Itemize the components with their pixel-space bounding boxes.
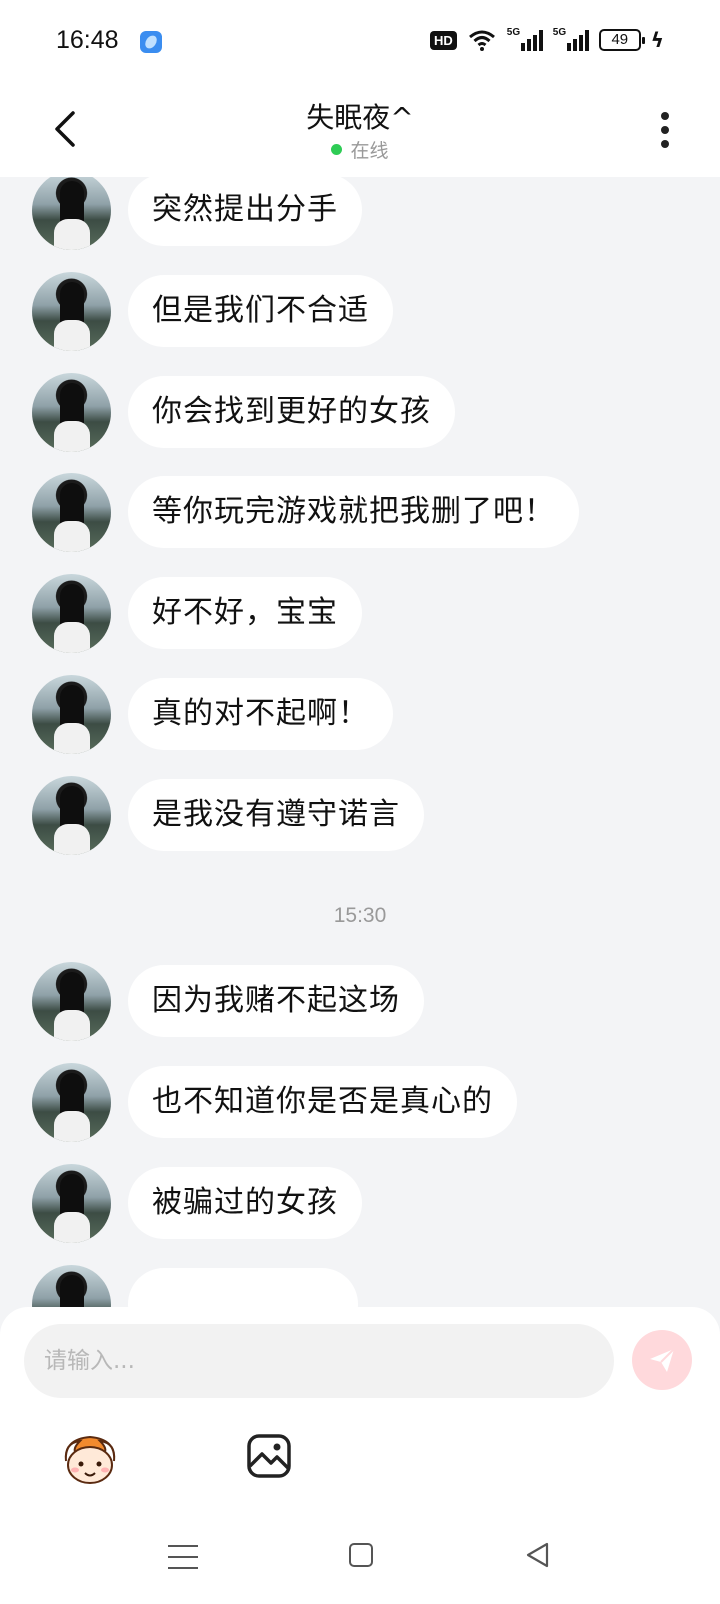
- message-row: 被骗过的女孩: [0, 1162, 720, 1243]
- more-vertical-icon: [661, 112, 669, 120]
- more-options-button[interactable]: [650, 108, 680, 152]
- avatar[interactable]: [32, 962, 111, 1041]
- back-triangle-icon[interactable]: [524, 1541, 552, 1569]
- message-bubble[interactable]: 好不好，宝宝: [128, 577, 362, 649]
- mascot-emoji-icon: [64, 1435, 116, 1484]
- status-bar: 16:48 HD 5G 5G 49 ϟ: [0, 0, 720, 82]
- message-row: 因为我赌不起这场: [0, 960, 720, 1041]
- avatar[interactable]: [32, 272, 111, 351]
- chat-messages[interactable]: 突然提出分手 但是我们不合适 你会找到更好的女孩 等你玩完游戏就把我删了吧！ 好…: [0, 177, 720, 1307]
- online-status-text: 在线: [350, 140, 389, 162]
- online-status: 在线: [0, 136, 720, 163]
- message-row: 但是我们不合适: [0, 270, 720, 351]
- message-row: 你会找到更好的女孩: [0, 371, 720, 452]
- charging-icon: ϟ: [650, 28, 664, 52]
- message-bubble[interactable]: 等你玩完游戏就把我删了吧！: [128, 476, 579, 548]
- message-bubble[interactable]: 但是我们不合适: [128, 275, 393, 347]
- status-time: 16:48: [56, 26, 119, 54]
- chat-header: 失眠夜^ 在线: [0, 82, 720, 177]
- avatar[interactable]: [32, 1063, 111, 1142]
- online-dot-icon: [331, 144, 343, 155]
- system-nav-bar: [0, 1527, 720, 1604]
- message-row: 等你玩完游戏就把我删了吧！: [0, 471, 720, 552]
- message-bubble[interactable]: 真的对不起啊！: [128, 678, 393, 750]
- app-icon: [140, 31, 162, 53]
- message-bubble[interactable]: 被骗过的女孩: [128, 1167, 362, 1239]
- send-icon: [650, 1348, 675, 1372]
- menu-icon[interactable]: [168, 1545, 198, 1569]
- avatar[interactable]: [32, 473, 111, 552]
- message-row: 真的对不起啊！: [0, 673, 720, 754]
- avatar[interactable]: [32, 177, 111, 250]
- composer-panel: [0, 1307, 720, 1604]
- message-bubble[interactable]: [128, 1268, 358, 1307]
- message-timestamp: 15:30: [333, 904, 387, 927]
- avatar[interactable]: [32, 675, 111, 754]
- hd-icon: HD: [430, 30, 457, 50]
- message-bubble[interactable]: 因为我赌不起这场: [128, 965, 424, 1037]
- message-bubble[interactable]: 是我没有遵守诺言: [128, 779, 424, 851]
- message-row: 是我没有遵守诺言: [0, 774, 720, 855]
- avatar[interactable]: [32, 373, 111, 452]
- message-bubble[interactable]: 突然提出分手: [128, 177, 362, 246]
- message-row: 突然提出分手: [0, 177, 720, 250]
- avatar[interactable]: [32, 1265, 111, 1307]
- chat-title: 失眠夜^: [306, 101, 414, 134]
- signal-icon: 5G: [507, 27, 543, 51]
- message-input[interactable]: [24, 1324, 614, 1398]
- message-bubble[interactable]: 你会找到更好的女孩: [128, 376, 455, 448]
- wifi-icon: [468, 30, 495, 51]
- emoji-button[interactable]: [60, 1431, 120, 1487]
- avatar[interactable]: [32, 574, 111, 653]
- signal-icon-2: 5G: [553, 27, 589, 51]
- status-icons: HD 5G 5G 49 ϟ: [430, 27, 664, 52]
- avatar[interactable]: [32, 1164, 111, 1243]
- send-button[interactable]: [632, 1330, 692, 1390]
- message-bubble[interactable]: 也不知道你是否是真心的: [128, 1066, 517, 1138]
- message-row: 好不好，宝宝: [0, 572, 720, 653]
- message-row: [0, 1263, 720, 1307]
- battery-icon: 49: [598, 29, 645, 51]
- message-row: 也不知道你是否是真心的: [0, 1061, 720, 1142]
- avatar[interactable]: [32, 776, 111, 855]
- image-icon: [247, 1434, 291, 1478]
- image-button[interactable]: [246, 1433, 292, 1479]
- home-icon[interactable]: [349, 1543, 373, 1567]
